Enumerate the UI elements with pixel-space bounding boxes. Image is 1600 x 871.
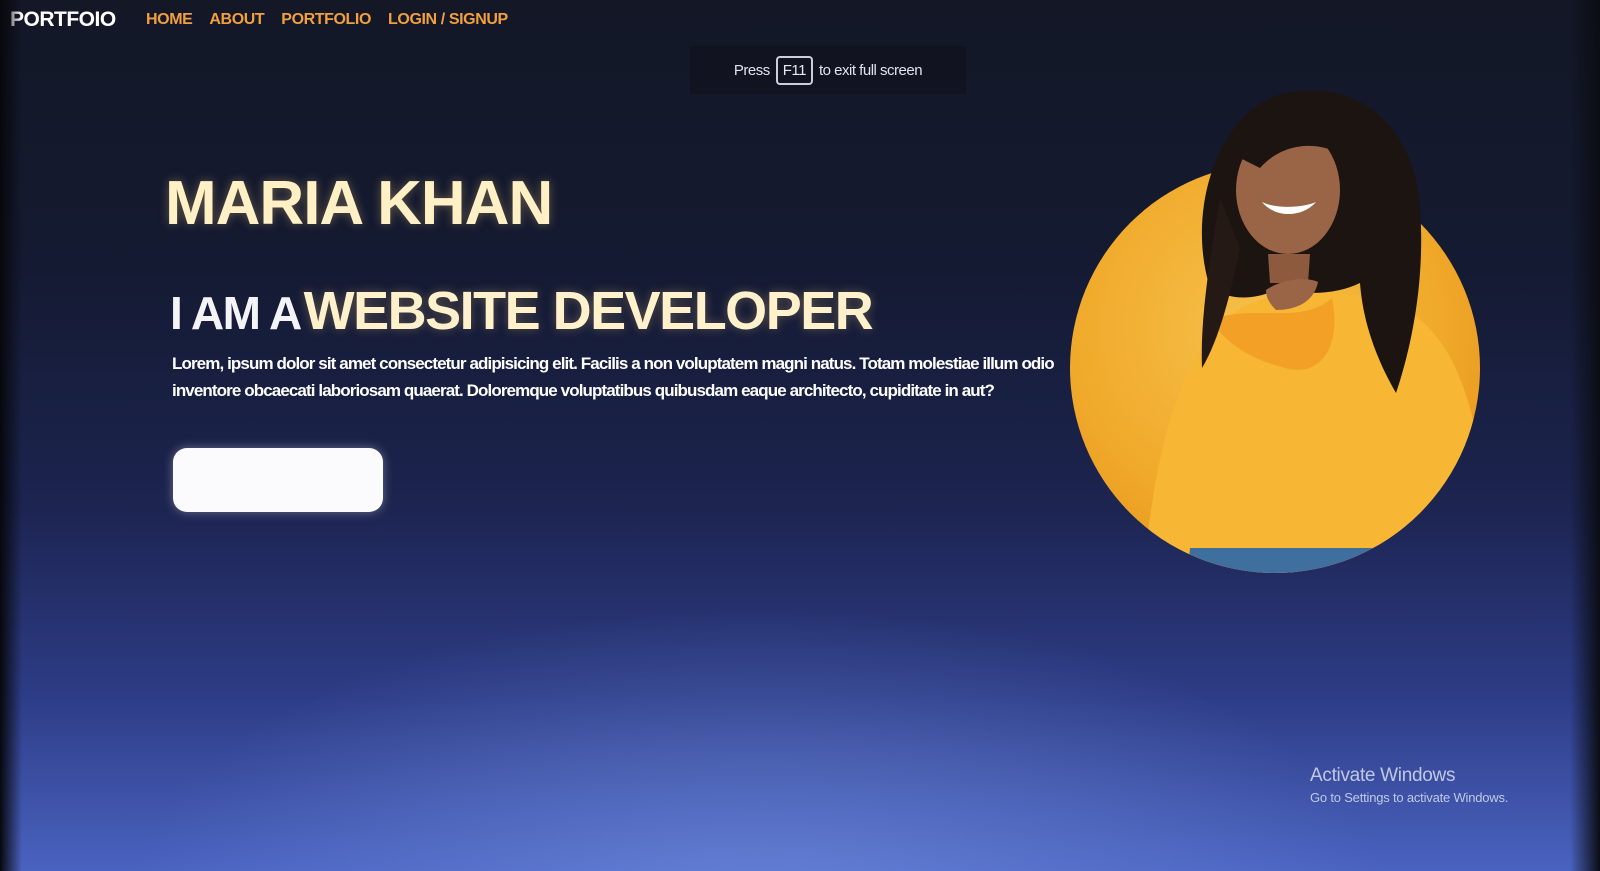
nav-login-signup-link[interactable]: LOGIN / SIGNUP [388,11,508,29]
fullscreen-notice: Press F11 to exit full screen [690,46,966,94]
hero-description: Lorem, ipsum dolor sit amet consectetur … [172,354,1055,400]
activate-windows-title: Activate Windows [1310,765,1456,786]
screen-bezel-left [0,0,22,871]
nav-portfolio-link[interactable]: PORTFOLIO [281,11,371,29]
hero-name: MARIA KHAN [165,169,553,238]
screen-bezel-right [1570,0,1600,871]
fullscreen-notice-after: to exit full screen [819,61,923,79]
hero-cta-button[interactable] [173,448,383,512]
f11-key-badge: F11 [775,55,813,85]
nav-about-link[interactable]: ABOUT [209,11,264,29]
nav-home-link[interactable]: HOME [146,11,193,29]
main-nav: HOME ABOUT PORTFOLIO LOGIN / SIGNUP [146,11,508,29]
activate-windows-subtitle: Go to Settings to activate Windows. [1310,790,1509,805]
portrait-photo [1070,90,1480,573]
fullscreen-notice-before: Press [733,61,770,79]
hero-role-title: WEBSITE DEVELOPER [303,281,874,341]
hero-role-prefix: I AM A [170,287,302,339]
hero-role: I AM A WEBSITE DEVELOPER [170,280,874,342]
browser-screen: PORTFOIO HOME ABOUT PORTFOLIO LOGIN / SI… [0,0,1600,871]
site-logo[interactable]: PORTFOIO [10,8,116,32]
activate-windows-watermark: Activate Windows Go to Settings to activ… [1310,765,1508,805]
